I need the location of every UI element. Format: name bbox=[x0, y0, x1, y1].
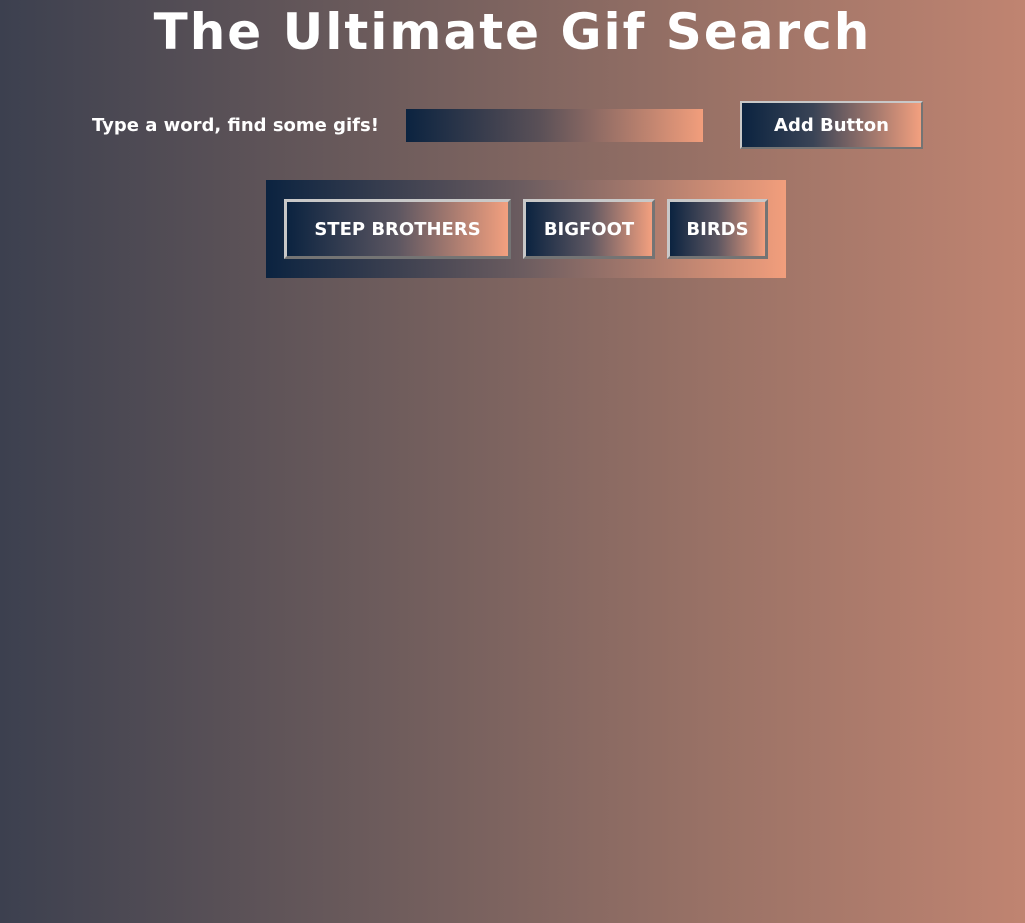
topic-buttons-panel: STEP BROTHERS BIGFOOT BIRDS bbox=[266, 180, 786, 278]
topic-button-bigfoot[interactable]: BIGFOOT bbox=[523, 199, 655, 259]
page-title: The Ultimate Gif Search bbox=[153, 3, 872, 61]
topic-button-step-brothers[interactable]: STEP BROTHERS bbox=[284, 199, 511, 259]
topic-button-birds[interactable]: BIRDS bbox=[667, 199, 768, 259]
search-label: Type a word, find some gifs! bbox=[92, 115, 379, 136]
search-input[interactable] bbox=[406, 109, 703, 142]
search-form: Type a word, find some gifs! Add Button bbox=[0, 100, 1025, 150]
add-button[interactable]: Add Button bbox=[740, 101, 923, 149]
